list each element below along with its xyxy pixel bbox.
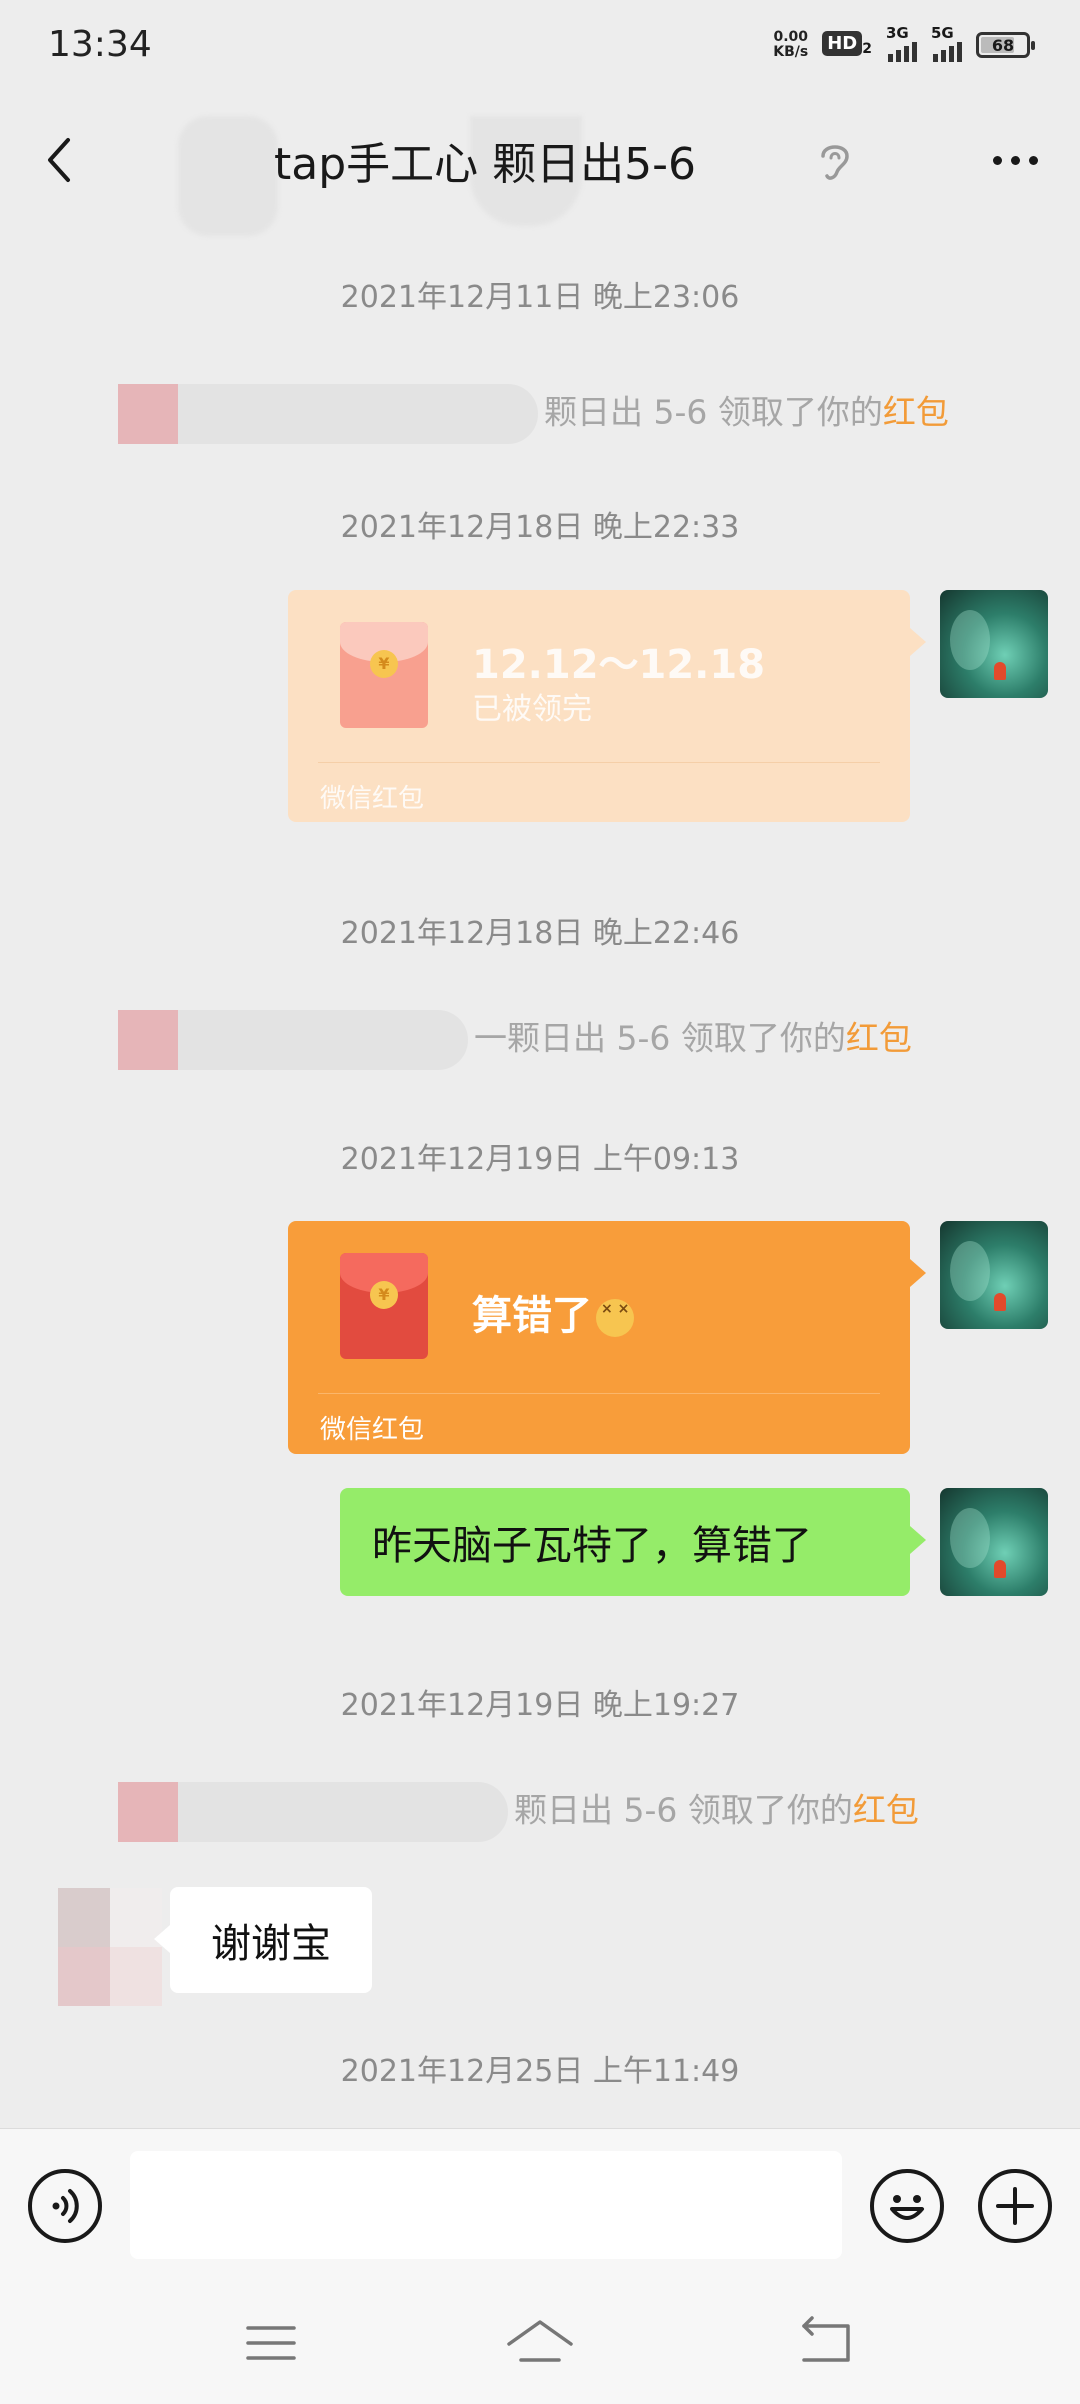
red-packet-link[interactable]: 红包 bbox=[846, 1019, 912, 1058]
avatar-art bbox=[950, 1241, 990, 1301]
red-packet-link[interactable]: 红包 bbox=[883, 393, 949, 432]
chat-title: tap手工心 颗日出5-6 bbox=[274, 139, 696, 190]
home-button[interactable] bbox=[505, 2308, 575, 2378]
bubble-tail bbox=[910, 1259, 926, 1287]
system-message-text: 一颗日出 5-6 领取了你的 bbox=[474, 1018, 846, 1058]
signal-5g-icon: 5G bbox=[931, 24, 962, 62]
network-speed: 0.00 KB/s bbox=[773, 30, 808, 60]
menu-button[interactable] bbox=[236, 2308, 306, 2378]
signal-3g-icon: 3G bbox=[886, 24, 917, 62]
redaction-mask bbox=[118, 384, 538, 444]
plus-icon bbox=[996, 2187, 1034, 2225]
emoji-icon bbox=[890, 2195, 924, 2220]
emoji-button[interactable] bbox=[870, 2169, 944, 2243]
red-packet-link[interactable]: 红包 bbox=[853, 1791, 919, 1830]
avatar[interactable] bbox=[940, 1221, 1048, 1329]
signal-bar bbox=[896, 50, 901, 62]
avatar-art bbox=[994, 662, 1006, 680]
red-packet-opened[interactable]: ¥ 12.12～12.18 已被领完 微信红包 bbox=[288, 590, 926, 822]
ear-icon bbox=[815, 138, 855, 184]
confounded-emoji-icon bbox=[596, 1299, 634, 1337]
status-time: 13:34 bbox=[48, 24, 152, 65]
signal-3g-label: 3G bbox=[886, 24, 909, 42]
divider bbox=[318, 762, 880, 763]
red-packet-title-text: 算错了 bbox=[472, 1293, 592, 1339]
timestamp: 2021年12月25日 上午11:49 bbox=[340, 2054, 740, 2089]
red-packet[interactable]: ¥ 算错了 微信红包 bbox=[288, 1221, 926, 1454]
return-icon bbox=[802, 2316, 850, 2362]
redaction-mask bbox=[118, 1010, 468, 1070]
signal-bar bbox=[912, 42, 917, 62]
signal-bar bbox=[957, 42, 962, 62]
timestamp: 2021年12月18日 晚上22:33 bbox=[340, 510, 740, 545]
status-icons: 0.00 KB/s HD 2 3G 5G 68 bbox=[773, 24, 1035, 62]
avatar-art bbox=[950, 1508, 990, 1568]
network-speed-unit: KB/s bbox=[773, 44, 809, 60]
voice-icon bbox=[52, 2189, 79, 2223]
red-packet-status: 已被领完 bbox=[472, 692, 592, 727]
signal-bar bbox=[941, 50, 946, 62]
red-envelope-icon: ¥ bbox=[340, 1253, 428, 1359]
sender-avatar[interactable] bbox=[58, 1888, 162, 2006]
system-message-text: 颗日出 5-6 领取了你的 bbox=[544, 392, 883, 432]
mosaic-tile bbox=[58, 1888, 110, 1947]
battery-level: 68 bbox=[991, 35, 1015, 55]
red-packet-title: 算错了 bbox=[472, 1283, 634, 1341]
hd-sub: 2 bbox=[862, 41, 872, 58]
system-nav-bar bbox=[0, 2278, 1080, 2404]
avatar-art bbox=[950, 610, 990, 670]
timestamp: 2021年12月19日 晚上19:27 bbox=[340, 1688, 740, 1723]
avatar[interactable] bbox=[940, 1488, 1048, 1596]
signal-bar bbox=[949, 46, 954, 62]
mosaic-tile bbox=[110, 1947, 162, 2006]
red-packet-footer: 微信红包 bbox=[320, 784, 425, 814]
coin-icon: ¥ bbox=[370, 1281, 398, 1309]
incoming-message[interactable]: 谢谢宝 bbox=[154, 1887, 372, 1993]
avatar[interactable] bbox=[940, 590, 1048, 698]
bubble-tail bbox=[910, 628, 926, 656]
avatar-art bbox=[994, 1293, 1006, 1311]
red-packet-footer: 微信红包 bbox=[320, 1415, 425, 1445]
system-message: 颗日出 5-6 领取了你的红包 bbox=[118, 384, 949, 444]
timestamp: 2021年12月19日 上午09:13 bbox=[340, 1142, 740, 1177]
system-message-text: 颗日出 5-6 领取了你的 bbox=[514, 1790, 853, 1830]
message-input[interactable] bbox=[130, 2151, 842, 2259]
signal-5g-label: 5G bbox=[931, 24, 954, 42]
input-bar bbox=[0, 2128, 1080, 2278]
home-icon bbox=[507, 2320, 573, 2362]
more-dot bbox=[1010, 155, 1020, 165]
chat-header: tap手工心 颗日出5-6 bbox=[0, 92, 1080, 236]
more-dot bbox=[1028, 155, 1038, 165]
back-button[interactable] bbox=[30, 128, 94, 192]
return-button[interactable] bbox=[790, 2308, 860, 2378]
more-dot bbox=[992, 155, 1002, 165]
menu-icon bbox=[246, 2326, 296, 2360]
coin-icon: ¥ bbox=[370, 650, 398, 678]
redaction-mask bbox=[118, 1782, 508, 1842]
network-speed-value: 0.00 bbox=[773, 29, 809, 45]
chevron-left-icon bbox=[48, 138, 70, 182]
hd-icon: HD 2 bbox=[822, 30, 872, 58]
signal-bar bbox=[904, 46, 909, 62]
avatar-art bbox=[994, 1560, 1006, 1578]
plus-button[interactable] bbox=[978, 2169, 1052, 2243]
red-packet-title: 12.12～12.18 bbox=[472, 642, 766, 688]
timestamp: 2021年12月11日 晚上23:06 bbox=[340, 280, 740, 315]
mosaic-tile bbox=[58, 1947, 110, 2006]
system-message: 一颗日出 5-6 领取了你的红包 bbox=[118, 1010, 912, 1070]
voice-button[interactable] bbox=[28, 2169, 102, 2243]
signal-bar bbox=[933, 54, 938, 62]
hd-label: HD bbox=[822, 30, 863, 56]
status-bar: 13:34 0.00 KB/s HD 2 3G 5G 68 bbox=[0, 0, 1080, 92]
redaction-mask bbox=[178, 116, 278, 236]
outgoing-message[interactable]: 昨天脑子瓦特了，算错了 bbox=[340, 1488, 926, 1596]
divider bbox=[318, 1393, 880, 1394]
system-message: 颗日出 5-6 领取了你的红包 bbox=[118, 1782, 919, 1842]
red-envelope-icon: ¥ bbox=[340, 622, 428, 728]
more-button[interactable] bbox=[980, 128, 1050, 192]
signal-bar bbox=[888, 54, 893, 62]
battery-icon: 68 bbox=[976, 32, 1035, 58]
timestamp: 2021年12月18日 晚上22:46 bbox=[340, 916, 740, 951]
